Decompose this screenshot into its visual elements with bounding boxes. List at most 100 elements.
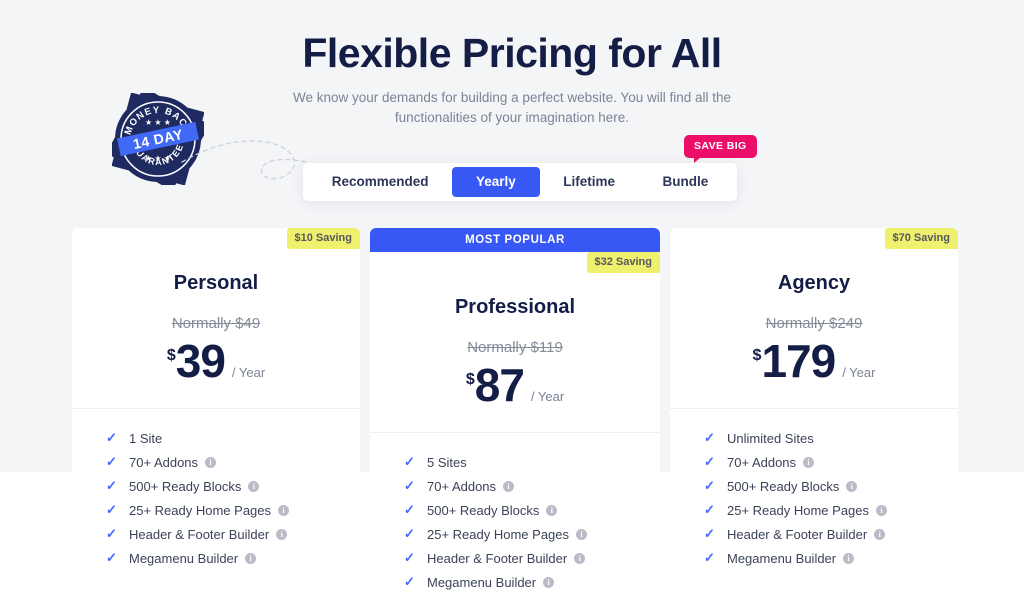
currency-symbol: $	[752, 347, 762, 364]
check-icon: ✓	[704, 478, 715, 493]
info-icon[interactable]: i	[846, 480, 858, 492]
money-back-guarantee-seal: MONEY BACK GUARANTEE ★ ★ ★ ★ ★ ★ 14 DAY	[112, 93, 204, 185]
check-icon: ✓	[106, 526, 117, 541]
pricing-card-professional: MOST POPULAR $32 Saving Professional Nor…	[370, 228, 660, 592]
price-amount: 87	[474, 359, 525, 411]
price-area: Professional Normally $119 $ 87 / Year	[370, 252, 660, 408]
currency-symbol: $	[465, 371, 475, 388]
price-row: $ 87 / Year	[370, 362, 660, 408]
info-icon[interactable]: i	[278, 504, 290, 516]
check-icon: ✓	[704, 502, 715, 517]
original-price: Normally $119	[467, 339, 563, 356]
feature-label: 500+ Ready Blocks	[727, 478, 840, 494]
list-item: ✓ 500+ Ready Blocks i	[106, 474, 360, 498]
check-icon: ✓	[106, 550, 117, 565]
check-icon: ✓	[404, 574, 415, 589]
feature-label: 25+ Ready Home Pages	[129, 502, 272, 518]
svg-text:★ ★ ★: ★ ★ ★	[145, 118, 171, 127]
check-icon: ✓	[106, 454, 117, 469]
info-icon[interactable]: i	[543, 576, 555, 588]
info-icon[interactable]: i	[248, 480, 260, 492]
list-item: ✓ Unlimited Sites	[704, 426, 958, 450]
plan-name: Personal	[173, 272, 259, 294]
plan-name: Agency	[777, 272, 851, 294]
list-item: ✓ Megamenu Builder i	[704, 546, 958, 570]
check-icon: ✓	[404, 526, 415, 541]
tab-bundle[interactable]: Bundle	[639, 167, 732, 197]
save-big-badge: SAVE BIG	[684, 135, 757, 163]
price-amount: 179	[761, 335, 836, 387]
info-icon[interactable]: i	[276, 528, 288, 540]
info-icon[interactable]: i	[245, 552, 257, 564]
list-item: ✓ Header & Footer Builder i	[404, 546, 660, 570]
feature-label: Megamenu Builder	[727, 550, 837, 566]
feature-label: 70+ Addons	[129, 454, 199, 470]
info-icon[interactable]: i	[205, 456, 217, 468]
check-icon: ✓	[404, 478, 415, 493]
tab-recommended[interactable]: Recommended	[308, 167, 452, 197]
most-popular-ribbon: MOST POPULAR	[370, 228, 660, 252]
feature-label: Header & Footer Builder	[427, 550, 568, 566]
price-amount: 39	[175, 335, 226, 387]
list-item: ✓ Header & Footer Builder i	[704, 522, 958, 546]
feature-list: ✓ Unlimited Sites ✓ 70+ Addons i ✓ 500+ …	[670, 409, 958, 570]
page-subtitle: We know your demands for building a perf…	[293, 90, 731, 125]
feature-label: 5 Sites	[427, 454, 467, 470]
feature-label: Megamenu Builder	[129, 550, 239, 566]
list-item: ✓ 25+ Ready Home Pages i	[106, 498, 360, 522]
feature-label: 25+ Ready Home Pages	[427, 526, 570, 542]
list-item: ✓ 500+ Ready Blocks i	[704, 474, 958, 498]
info-icon[interactable]: i	[503, 480, 515, 492]
info-icon[interactable]: i	[546, 504, 558, 516]
info-icon[interactable]: i	[874, 528, 886, 540]
check-icon: ✓	[704, 454, 715, 469]
feature-label: Unlimited Sites	[727, 430, 814, 446]
list-item: ✓ 70+ Addons i	[404, 474, 660, 498]
feature-label: Header & Footer Builder	[727, 526, 868, 542]
tab-yearly[interactable]: Yearly	[452, 167, 540, 197]
info-icon[interactable]: i	[576, 528, 588, 540]
page-title: Flexible Pricing for All	[302, 30, 722, 76]
check-icon: ✓	[106, 478, 117, 493]
list-item: ✓ 25+ Ready Home Pages i	[704, 498, 958, 522]
list-item: ✓ 25+ Ready Home Pages i	[404, 522, 660, 546]
check-icon: ✓	[704, 550, 715, 565]
svg-text:★ ★ ★: ★ ★ ★	[145, 154, 171, 163]
feature-label: Megamenu Builder	[427, 574, 537, 590]
pricing-card-agency: $70 Saving Agency Normally $249 $ 179 / …	[670, 228, 958, 592]
feature-list: ✓ 5 Sites ✓ 70+ Addons i ✓ 500+ Ready Bl…	[370, 433, 660, 592]
list-item: ✓ 1 Site	[106, 426, 360, 450]
info-icon[interactable]: i	[876, 504, 888, 516]
billing-period: / Year	[842, 365, 876, 380]
check-icon: ✓	[704, 430, 715, 445]
feature-label: 1 Site	[129, 430, 163, 446]
plan-name: Professional	[454, 296, 576, 318]
tab-lifetime[interactable]: Lifetime	[540, 167, 639, 197]
info-icon[interactable]: i	[843, 552, 855, 564]
check-icon: ✓	[404, 550, 415, 565]
currency-symbol: $	[166, 347, 176, 364]
price-row: $ 39 / Year	[72, 338, 360, 384]
check-icon: ✓	[404, 502, 415, 517]
check-icon: ✓	[404, 454, 415, 469]
list-item: ✓ 70+ Addons i	[106, 450, 360, 474]
feature-label: 500+ Ready Blocks	[129, 478, 242, 494]
price-area: Agency Normally $249 $ 179 / Year	[670, 228, 958, 384]
feature-label: 500+ Ready Blocks	[427, 502, 540, 518]
feature-list: ✓ 1 Site ✓ 70+ Addons i ✓ 500+ Ready Blo…	[72, 409, 360, 570]
price-area: Personal Normally $49 $ 39 / Year	[72, 228, 360, 384]
price-row: $ 179 / Year	[670, 338, 958, 384]
check-icon: ✓	[106, 430, 117, 445]
list-item: ✓ Header & Footer Builder i	[106, 522, 360, 546]
feature-label: Header & Footer Builder	[129, 526, 270, 542]
billing-period: / Year	[530, 389, 565, 404]
pricing-card-personal: $10 Saving Personal Normally $49 $ 39 / …	[72, 228, 360, 592]
billing-period: / Year	[231, 365, 266, 380]
list-item: ✓ Megamenu Builder i	[106, 546, 360, 570]
info-icon[interactable]: i	[803, 456, 815, 468]
check-icon: ✓	[704, 526, 715, 541]
list-item: ✓ 5 Sites	[404, 450, 660, 474]
check-icon: ✓	[106, 502, 117, 517]
info-icon[interactable]: i	[574, 552, 586, 564]
original-price: Normally $49	[171, 315, 261, 332]
